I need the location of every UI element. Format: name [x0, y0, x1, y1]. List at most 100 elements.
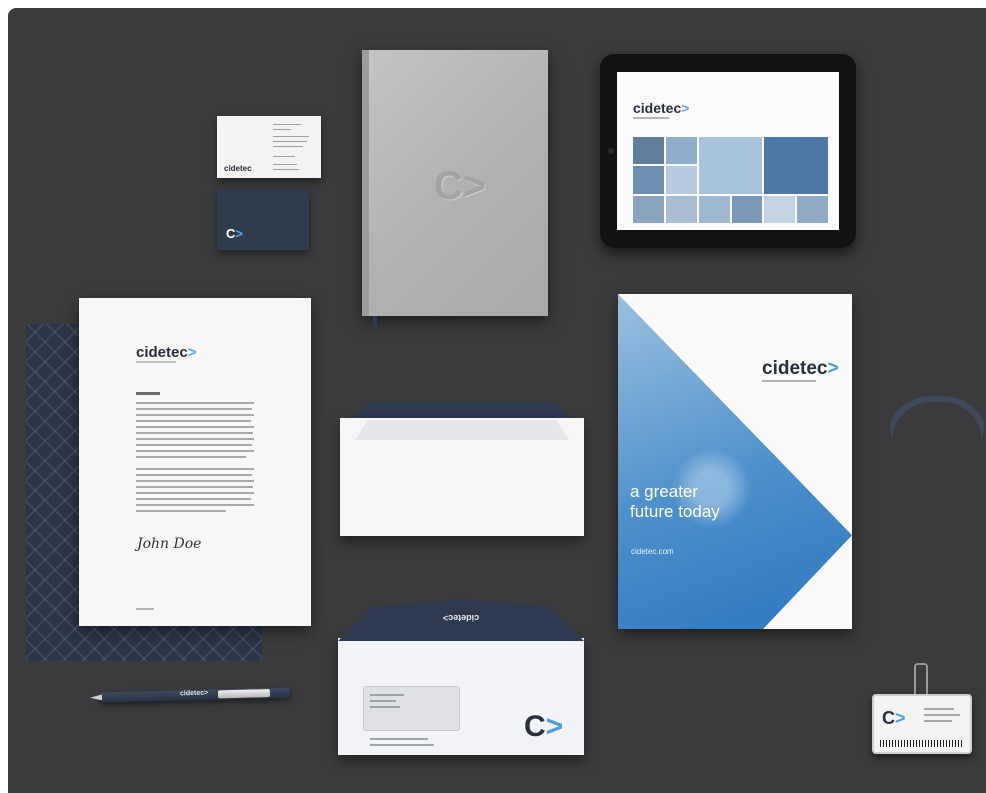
id-badge: C> — [872, 694, 972, 754]
tagline-line-2: future today — [630, 502, 720, 521]
badge-text-line — [924, 714, 960, 716]
logo-arrow-icon: > — [235, 226, 243, 241]
envelope-inner-flap — [355, 420, 569, 440]
signature: John Doe — [137, 536, 202, 552]
letterhead-subtitle-line — [136, 361, 176, 363]
notebook: C> — [362, 50, 548, 316]
tablet-screen: cidetec> — [617, 72, 839, 230]
pen-label: cidetec> — [179, 689, 209, 698]
card-back-logo-mark: C> — [226, 226, 243, 241]
letter-body-line — [136, 492, 254, 494]
card-text-line — [273, 129, 291, 130]
barcode — [880, 740, 964, 747]
address-line — [370, 694, 404, 696]
wordmark: cidetec — [633, 100, 682, 116]
business-card-front: cidetec — [217, 116, 321, 178]
brochure-url: cidetec.com — [631, 547, 674, 556]
photo-tile — [633, 166, 664, 194]
brochure-logo: cidetec> — [762, 358, 839, 380]
card-text-line — [273, 156, 295, 157]
tablet-device: cidetec> — [600, 54, 856, 248]
wordmark: cidetec — [136, 344, 188, 361]
logo-arrow-icon: > — [895, 708, 906, 728]
badge-text-line — [924, 720, 952, 722]
stationery-mockup-scene: cidetec C> C> cidetec> cidetec> John Doe… — [8, 8, 986, 793]
logo-arrow-icon: > — [545, 710, 564, 743]
letter-body-line — [136, 408, 252, 410]
card-text-line — [273, 164, 297, 165]
sender-line — [370, 738, 428, 740]
photo-tile — [698, 137, 763, 194]
photo-tile — [633, 137, 664, 165]
brochure-subtitle-line — [762, 380, 816, 382]
badge-logo-mark: C> — [882, 708, 906, 729]
wordmark: cidetec — [762, 358, 828, 379]
card-text-line — [273, 146, 303, 147]
photo-tile — [698, 195, 730, 223]
tablet-subtitle-line — [633, 117, 669, 119]
photo-tile — [665, 195, 697, 223]
letter-body-line — [136, 432, 253, 434]
logo-arrow-icon: > — [187, 344, 197, 361]
envelope-logo-mark: C> — [524, 710, 563, 744]
letter-body-line — [136, 426, 254, 428]
letter-body-line — [136, 504, 254, 506]
notebook-spine — [362, 50, 369, 316]
letter-body-line — [136, 468, 254, 470]
logo-c-glyph: C — [524, 710, 546, 743]
letter-body-line — [136, 510, 226, 512]
photo-mosaic — [633, 137, 828, 223]
photo-tile — [665, 166, 697, 194]
letter-body-line — [136, 420, 251, 422]
card-text-line — [273, 124, 301, 125]
letterhead-logo: cidetec> — [136, 344, 196, 361]
card-logo: cidetec — [224, 164, 252, 173]
brochure: cidetec> a greater future today cidetec.… — [618, 294, 852, 629]
pen: cidetec> — [100, 687, 291, 703]
letter-body-line — [136, 450, 254, 452]
logo-c-glyph: C — [882, 708, 895, 728]
letter-body-line — [136, 438, 254, 440]
letter-body-line — [136, 402, 254, 404]
pen-tip — [90, 694, 102, 700]
letter-body-line — [136, 414, 254, 416]
photo-tile — [764, 137, 828, 194]
letter-body-line — [136, 486, 253, 488]
photo-tile — [633, 195, 664, 223]
letter-body-line — [136, 498, 251, 500]
photo-tile — [797, 195, 828, 223]
brochure-tagline: a greater future today — [630, 482, 770, 522]
logo-arrow-icon: > — [827, 358, 839, 379]
logo-c-glyph: C — [226, 226, 236, 241]
badge-text-line — [924, 708, 954, 710]
letter-body-line — [136, 456, 246, 458]
business-card-back: C> — [217, 190, 309, 250]
logo-arrow-icon: > — [462, 164, 487, 208]
address-line — [370, 706, 400, 708]
tablet-home-button — [608, 148, 614, 154]
card-text-line — [273, 141, 307, 142]
letterhead-sheet: cidetec> John Doe — [79, 298, 311, 626]
photo-tile — [764, 195, 796, 223]
photo-tile — [731, 195, 763, 223]
logo-arrow-icon: > — [681, 100, 690, 116]
tagline-line-1: a greater — [630, 482, 699, 501]
brochure-photo-triangle — [618, 294, 852, 629]
card-text-line — [273, 136, 309, 137]
embossed-logo-mark: C> — [434, 164, 486, 209]
sender-line — [370, 744, 434, 746]
lanyard-strap — [886, 396, 986, 692]
letter-footer-line — [136, 608, 154, 610]
envelope-flap-wordmark: cidetec> — [442, 613, 480, 623]
address-line — [370, 700, 396, 702]
letter-body-line — [136, 480, 254, 482]
tablet-logo: cidetec> — [633, 100, 689, 116]
letter-body-line — [136, 474, 252, 476]
letter-greeting-line — [136, 392, 160, 395]
logo-c-glyph: C — [434, 164, 463, 208]
notebook-ribbon — [373, 316, 377, 328]
card-text-line — [273, 169, 299, 170]
pen-clip — [217, 689, 271, 699]
envelope-address-window — [363, 686, 460, 731]
photo-tile — [665, 137, 697, 165]
